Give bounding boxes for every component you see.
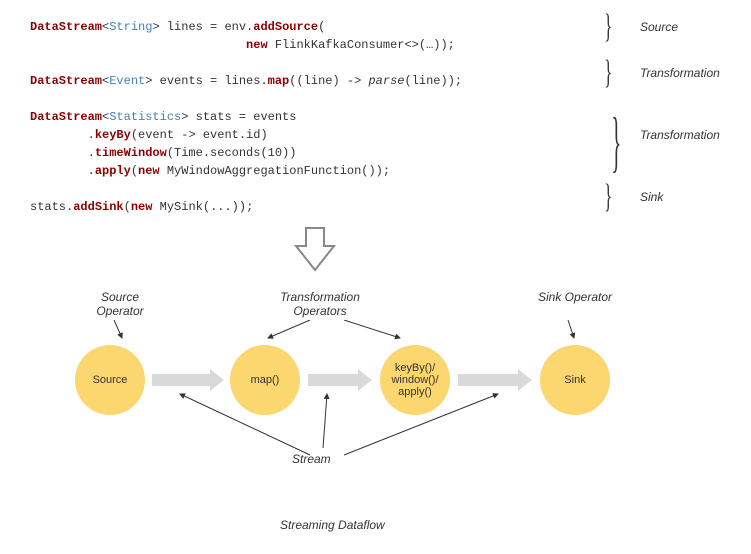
label-source-operator: Source Operator (80, 290, 160, 318)
flow-arrow-icon (458, 374, 520, 386)
code-line (30, 180, 590, 198)
code-line: new FlinkKafkaConsumer<>(…)); (30, 36, 590, 54)
label-transformation-operators: Transformation Operators (260, 290, 380, 318)
label-streaming-dataflow: Streaming Dataflow (280, 518, 385, 532)
arrow-icon (340, 390, 510, 460)
arrow-icon (260, 320, 320, 342)
node-sink: Sink (540, 345, 610, 415)
arrow-icon (315, 390, 335, 452)
brace-icon: } (604, 8, 612, 46)
code-line: .keyBy(event -> event.id) (30, 126, 590, 144)
arrow-icon (340, 320, 410, 342)
flow-arrow-icon (308, 374, 360, 386)
annotation-transformation: Transformation (640, 128, 720, 142)
code-line: .apply(new MyWindowAggregationFunction()… (30, 162, 590, 180)
arrow-icon (108, 320, 128, 342)
annotation-source: Source (640, 20, 678, 34)
code-line: DataStream<Event> events = lines.map((li… (30, 72, 590, 90)
label-sink-operator: Sink Operator (535, 290, 615, 304)
code-line: DataStream<String> lines = env.addSource… (30, 18, 590, 36)
arrow-icon (562, 320, 582, 342)
brace-icon: } (604, 178, 612, 216)
node-source: Source (75, 345, 145, 415)
arrow-icon (160, 390, 320, 460)
code-line: DataStream<Statistics> stats = events (30, 108, 590, 126)
brace-icon: } (604, 54, 612, 92)
down-arrow-icon (294, 226, 336, 272)
brace-icon: } (0, 430, 40, 456)
annotation-sink: Sink (640, 190, 663, 204)
code-line (30, 54, 590, 72)
brace-icon: } (611, 102, 621, 181)
flow-arrow-icon (152, 374, 212, 386)
code-line (30, 90, 590, 108)
code-block: DataStream<String> lines = env.addSource… (30, 18, 590, 216)
code-line: .timeWindow(Time.seconds(10)) (30, 144, 590, 162)
annotation-transformation: Transformation (640, 66, 720, 80)
code-line: stats.addSink(new MySink(...)); (30, 198, 590, 216)
dataflow-diagram: Source Operator Transformation Operators… (60, 290, 680, 540)
